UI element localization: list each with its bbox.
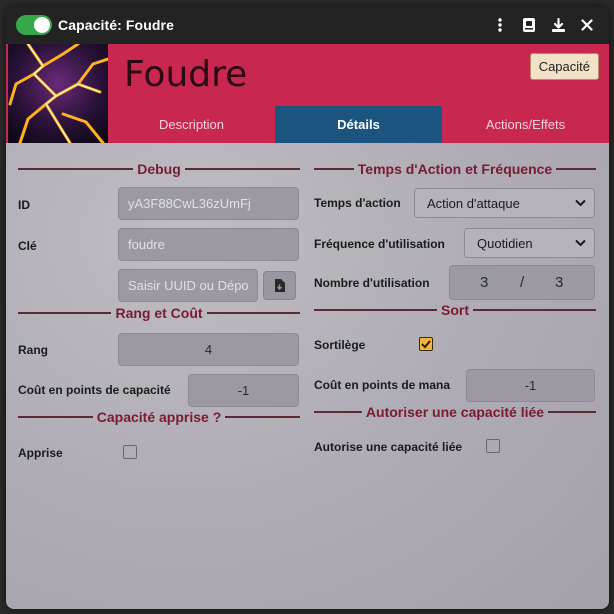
uses-separator: /	[520, 274, 525, 291]
file-import-icon	[275, 279, 285, 292]
rank-label: Rang	[18, 343, 48, 357]
divider	[18, 312, 112, 314]
lightning-portrait-image[interactable]	[8, 44, 108, 143]
divider	[206, 312, 301, 314]
enabled-toggle[interactable]	[16, 15, 52, 35]
chevron-down-icon	[575, 199, 586, 207]
item-sheet-window: Capacité: Foudre Foudre Capacité Descrip…	[6, 6, 609, 609]
download-icon[interactable]	[544, 11, 572, 39]
title-bar[interactable]: Capacité: Foudre	[6, 6, 609, 44]
uuid-input[interactable]: Saisir UUID ou Dépo	[118, 269, 258, 302]
mana-cost-label: Coût en points de mana	[314, 378, 451, 392]
section-learned-heading: Capacité apprise ?	[18, 409, 300, 425]
section-debug-heading: Debug	[18, 161, 300, 177]
section-title: Temps d'Action et Fréquence	[357, 161, 553, 177]
uses-label: Nombre d'utilisation	[314, 276, 430, 290]
rank-input[interactable]: 4	[118, 333, 299, 366]
tab-details[interactable]: Détails	[275, 106, 442, 143]
sheet-header: Foudre Capacité Description Détails Acti…	[6, 44, 609, 143]
selected-value: Action d'attaque	[427, 195, 520, 211]
cost-label: Coût en points de capacité	[18, 383, 171, 397]
divider	[225, 416, 300, 418]
linked-label: Autorise une capacité liée	[314, 440, 463, 454]
divider	[184, 168, 300, 170]
spell-checkbox[interactable]	[419, 337, 433, 351]
item-type-badge: Capacité	[529, 53, 599, 80]
section-title: Rang et Coût	[115, 305, 203, 321]
divider	[314, 168, 354, 170]
frequency-select[interactable]: Quotidien	[464, 228, 595, 258]
mana-cost-input[interactable]: -1	[466, 369, 595, 402]
section-timing-heading: Temps d'Action et Fréquence	[314, 161, 596, 177]
section-title: Sort	[441, 302, 469, 318]
close-icon[interactable]	[573, 11, 601, 39]
more-vertical-icon[interactable]	[486, 11, 514, 39]
chevron-down-icon	[575, 239, 586, 247]
item-name[interactable]: Foudre	[124, 54, 247, 95]
book-icon[interactable]	[515, 11, 543, 39]
divider	[314, 309, 437, 311]
section-linked-heading: Autoriser une capacité liée	[314, 404, 596, 420]
linked-checkbox[interactable]	[486, 439, 500, 453]
details-panel: Debug ID yA3F88CwL36zUmFj Clé foudre Sai…	[6, 143, 609, 609]
learned-label: Apprise	[18, 446, 63, 460]
action-time-label: Temps d'action	[314, 196, 401, 210]
uses-max-input[interactable]: 3	[555, 274, 563, 291]
cost-input[interactable]: -1	[188, 374, 299, 407]
divider	[18, 168, 134, 170]
section-title: Autoriser une capacité liée	[365, 404, 545, 420]
divider	[314, 411, 362, 413]
spell-label: Sortilège	[314, 338, 366, 352]
uses-current-input[interactable]: 3	[480, 274, 488, 291]
sheet-tabs: Description Détails Actions/Effets	[108, 106, 609, 143]
window-title: Capacité: Foudre	[58, 17, 174, 33]
frequency-label: Fréquence d'utilisation	[314, 237, 445, 251]
learned-checkbox[interactable]	[123, 445, 137, 459]
divider	[556, 168, 596, 170]
id-label: ID	[18, 198, 30, 212]
selected-value: Quotidien	[477, 235, 533, 251]
paste-uuid-button[interactable]	[263, 271, 296, 300]
title-bar-controls	[486, 6, 609, 44]
toggle-knob	[34, 17, 50, 33]
divider	[473, 309, 596, 311]
tab-actions-effects[interactable]: Actions/Effets	[442, 106, 609, 143]
divider	[18, 416, 93, 418]
tab-description[interactable]: Description	[108, 106, 275, 143]
section-title: Capacité apprise ?	[96, 409, 222, 425]
id-field[interactable]: yA3F88CwL36zUmFj	[118, 187, 299, 220]
divider	[548, 411, 596, 413]
section-rank-heading: Rang et Coût	[18, 305, 301, 321]
key-field[interactable]: foudre	[118, 228, 299, 261]
action-time-select[interactable]: Action d'attaque	[414, 188, 595, 218]
section-title: Debug	[137, 161, 181, 177]
uses-field: 3 / 3	[449, 265, 595, 300]
section-spell-heading: Sort	[314, 302, 596, 318]
key-label: Clé	[18, 239, 37, 253]
checkmark-icon	[421, 340, 431, 349]
